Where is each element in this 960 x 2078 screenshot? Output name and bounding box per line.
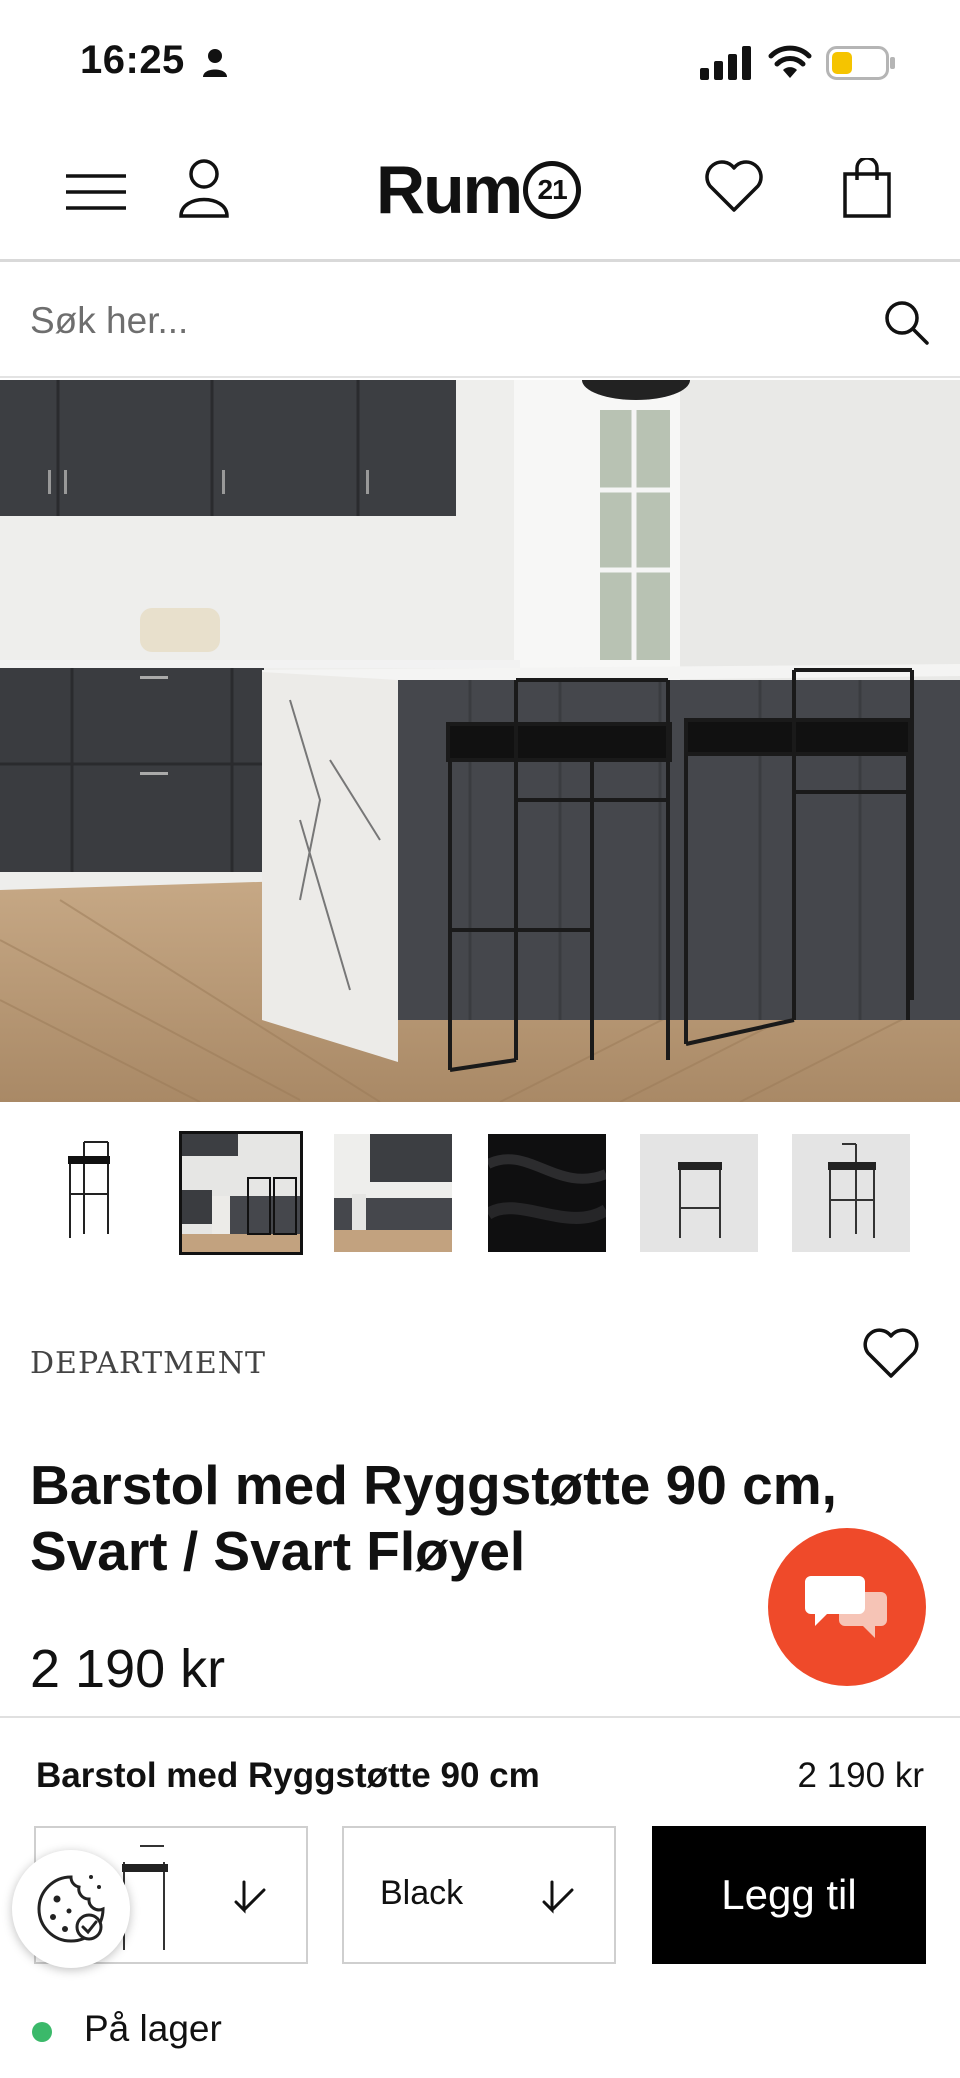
color-select-value: Black <box>380 1874 464 1912</box>
thumbnail[interactable] <box>640 1134 758 1252</box>
logo-text: Rum <box>376 152 523 228</box>
thumbnail[interactable] <box>488 1134 606 1252</box>
product-main-image[interactable] <box>0 380 960 1102</box>
account-icon[interactable] <box>178 158 230 218</box>
thumbnail[interactable] <box>792 1134 910 1252</box>
wifi-icon <box>768 45 812 78</box>
add-to-wishlist-heart-icon[interactable] <box>862 1326 920 1380</box>
search-icon[interactable] <box>882 298 930 346</box>
thumbnail[interactable] <box>30 1134 148 1252</box>
chat-bubbles-icon <box>805 1576 887 1638</box>
chevron-down-icon <box>542 1880 574 1914</box>
thumbnail-gallery <box>0 1130 960 1255</box>
buy-bar-price: 2 190 kr <box>797 1756 924 1795</box>
thumbnail-selected[interactable] <box>179 1131 303 1255</box>
add-to-cart-button[interactable]: Legg til <box>652 1826 926 1964</box>
cellular-signal-icon <box>700 46 751 80</box>
buy-bar-product-name: Barstol med Ryggstøtte 90 cm <box>36 1756 540 1795</box>
status-bar: 16:25 <box>0 0 960 120</box>
menu-icon[interactable] <box>66 172 126 212</box>
thumbnail[interactable] <box>334 1134 452 1252</box>
sticky-buy-bar: Barstol med Ryggstøtte 90 cm 2 190 kr Bl… <box>0 1716 960 2078</box>
search-input[interactable]: Søk her... <box>30 300 188 342</box>
shopping-bag-icon[interactable] <box>842 158 892 218</box>
color-select[interactable]: Black <box>342 1826 616 1964</box>
chat-button[interactable] <box>768 1528 926 1686</box>
stock-status-dot <box>32 2022 52 2042</box>
status-time: 16:25 <box>80 38 185 82</box>
cookie-settings-button[interactable] <box>12 1850 130 1968</box>
logo-mark: 21 <box>523 161 582 219</box>
search-bar[interactable]: Søk her... <box>0 264 960 378</box>
battery-icon <box>826 46 895 80</box>
product-title: Barstol med Ryggstøtte 90 cm, Svart / Sv… <box>30 1454 837 1582</box>
chevron-down-icon <box>234 1880 266 1914</box>
product-price: 2 190 kr <box>30 1639 226 1699</box>
heart-icon[interactable] <box>704 158 764 214</box>
site-logo[interactable]: Rum 21 <box>376 150 582 230</box>
site-header: Rum 21 <box>0 120 960 262</box>
product-brand[interactable]: DEPARTMENT <box>30 1346 266 1381</box>
stock-status-text: På lager <box>84 2008 222 2049</box>
cookie-icon <box>37 1875 105 1943</box>
person-icon <box>203 49 227 77</box>
